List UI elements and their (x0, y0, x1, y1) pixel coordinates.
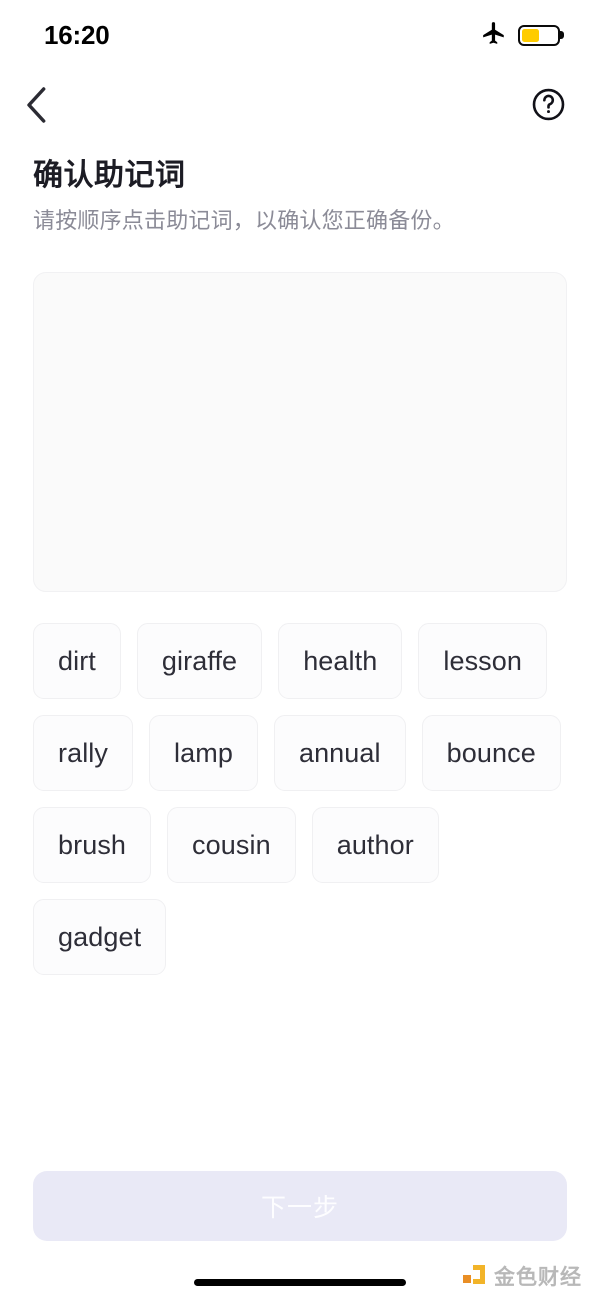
word-chip[interactable]: author (311, 807, 439, 883)
word-chip[interactable]: rally (33, 715, 134, 791)
status-bar-indicators (481, 20, 560, 51)
word-chip[interactable]: lesson (418, 623, 548, 699)
battery-icon (518, 24, 560, 46)
word-chip[interactable]: health (278, 623, 403, 699)
word-chip[interactable]: cousin (167, 807, 296, 883)
airplane-mode-icon (481, 20, 507, 51)
word-chip[interactable]: dirt (33, 623, 121, 699)
battery-fill (522, 28, 539, 42)
chevron-left-icon (24, 85, 50, 128)
help-button[interactable] (528, 86, 568, 126)
page-subtitle: 请按顺序点击助记词，以确认您正确备份。 (33, 207, 455, 233)
home-indicator (194, 1279, 406, 1286)
word-chip[interactable]: annual (273, 715, 406, 791)
heading-block: 确认助记词 请按顺序点击助记词，以确认您正确备份。 (0, 158, 600, 235)
status-bar: 16:20 (0, 0, 600, 70)
word-chip[interactable]: bounce (421, 715, 561, 791)
word-chip[interactable]: gadget (33, 899, 167, 975)
question-mark-circle-icon (530, 86, 567, 126)
word-pool: dirt giraffe health lesson rally lamp annual bo… (33, 623, 567, 975)
selected-words-area[interactable] (33, 272, 567, 592)
jinse-finance-logo-icon (461, 1263, 487, 1289)
word-chip[interactable]: lamp (149, 715, 258, 791)
app-screen: 16:20 确认助记词 请按顺序点击助记词，以确认您正确备份。 dirt gir… (0, 0, 600, 1299)
watermark: 金色财经 (461, 1261, 582, 1291)
navigation-bar (0, 74, 600, 138)
watermark-label: 金色财经 (494, 1266, 582, 1289)
back-button[interactable] (24, 84, 68, 128)
word-chip[interactable]: brush (33, 807, 152, 883)
status-bar-time: 16:20 (44, 19, 110, 50)
word-chip[interactable]: giraffe (136, 623, 263, 699)
next-step-button[interactable]: 下一步 (33, 1171, 567, 1241)
page-title: 确认助记词 (33, 159, 186, 192)
